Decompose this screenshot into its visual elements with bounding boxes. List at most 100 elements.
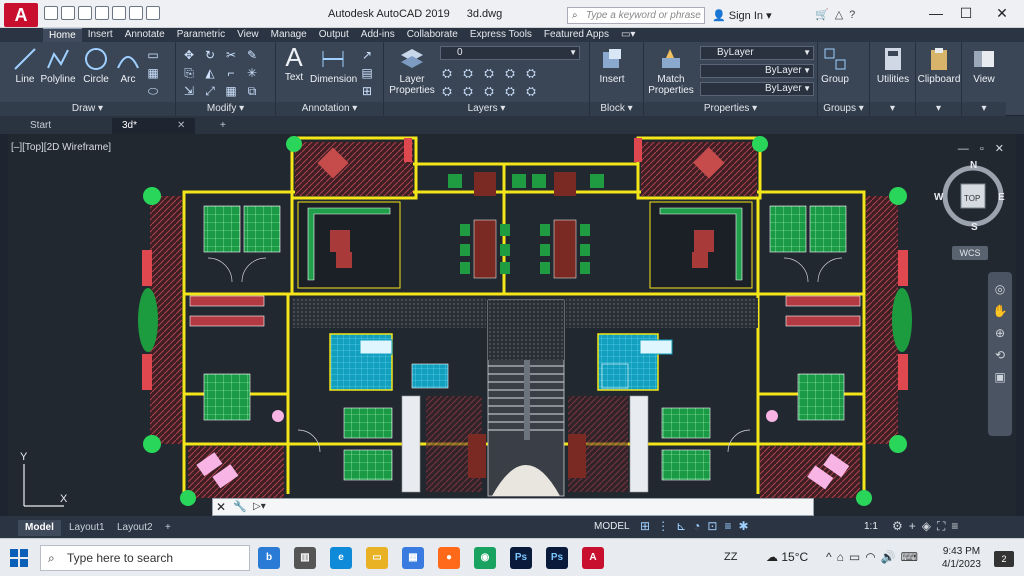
- tab-collaborate[interactable]: Collaborate: [401, 28, 464, 42]
- dimension-tool[interactable]: Dimension: [310, 46, 357, 85]
- erase-icon[interactable]: ✎: [245, 48, 259, 62]
- bing-icon[interactable]: b: [258, 547, 280, 569]
- help-icon[interactable]: ?: [849, 9, 861, 21]
- undo-icon[interactable]: [129, 6, 143, 20]
- viewport-controls-label[interactable]: [–][Top][2D Wireframe]: [11, 142, 111, 153]
- new-icon[interactable]: [44, 6, 58, 20]
- drawing-tab[interactable]: 3d* ✕: [112, 118, 196, 134]
- annotation-scale-icon[interactable]: ✱: [738, 519, 755, 533]
- layer-on-icon[interactable]: ⛭: [440, 66, 454, 80]
- utilities-button[interactable]: Utilities: [872, 46, 914, 85]
- lineweight-icon[interactable]: ≡: [724, 519, 738, 533]
- compass-south[interactable]: S: [971, 222, 978, 233]
- table-icon[interactable]: ▤: [360, 66, 374, 80]
- firefox-icon[interactable]: ●: [438, 547, 460, 569]
- start-tab[interactable]: Start: [20, 118, 61, 134]
- snap-icon[interactable]: ⋮: [657, 519, 676, 533]
- fillet-icon[interactable]: ⌐: [224, 66, 238, 80]
- volume-icon[interactable]: 🔊: [881, 550, 901, 564]
- chrome-icon[interactable]: ◉: [474, 547, 496, 569]
- layout1-tab[interactable]: Layout1: [62, 520, 112, 536]
- rotate-icon[interactable]: ↻: [203, 48, 217, 62]
- clipboard-button[interactable]: Clipboard: [916, 46, 962, 85]
- autocad-taskbar-icon[interactable]: A: [582, 547, 604, 569]
- utilities-panel-title[interactable]: ▾: [870, 102, 915, 116]
- file-explorer-icon[interactable]: ▭: [366, 547, 388, 569]
- line-tool[interactable]: Line: [10, 46, 40, 85]
- layer-copy-icon[interactable]: ⛭: [524, 84, 538, 98]
- layer-walk-icon[interactable]: ⛭: [461, 84, 475, 98]
- grid-icon[interactable]: ⊞: [360, 84, 374, 98]
- cart-icon[interactable]: 🛒: [815, 9, 835, 21]
- keyboard-icon[interactable]: ⌨: [901, 550, 923, 564]
- tab-add-ins[interactable]: Add-ins: [355, 28, 401, 42]
- close-button[interactable]: ✕: [992, 5, 1012, 22]
- new-tab-button[interactable]: +: [210, 118, 236, 134]
- array-icon[interactable]: ▦: [224, 84, 238, 98]
- chevron-up-icon[interactable]: ^: [826, 550, 837, 564]
- save-as-icon[interactable]: [95, 6, 109, 20]
- polar-icon[interactable]: ◔: [693, 519, 707, 533]
- block-panel-title[interactable]: Block ▾: [590, 102, 643, 116]
- leader-icon[interactable]: ↗: [360, 48, 374, 62]
- help-search-input[interactable]: ⌕ Type a keyword or phrase: [567, 7, 705, 24]
- layer-delete-icon[interactable]: ⛭: [503, 84, 517, 98]
- grid-icon[interactable]: ⊞: [640, 519, 657, 533]
- trim-icon[interactable]: ✂: [224, 48, 238, 62]
- taskbar-search-input[interactable]: ⌕ Type here to search: [40, 545, 250, 571]
- customize-command-icon[interactable]: 🔧: [233, 500, 247, 513]
- match-properties-button[interactable]: Match Properties: [646, 46, 696, 96]
- tab-output[interactable]: Output: [313, 28, 355, 42]
- hatch-icon[interactable]: ▦: [146, 66, 160, 80]
- layer-properties-button[interactable]: Layer Properties: [388, 46, 436, 96]
- layer-dropdown[interactable]: 0 ▼: [440, 46, 580, 60]
- annotation-scale[interactable]: 1:1: [864, 521, 878, 532]
- arc-tool[interactable]: Arc: [114, 46, 142, 85]
- properties-panel-title[interactable]: Properties ▾: [644, 102, 817, 116]
- model-tab[interactable]: Model: [18, 520, 61, 536]
- plus-icon[interactable]: +: [909, 519, 922, 533]
- maximize-button[interactable]: ☐: [956, 5, 976, 22]
- tab-parametric[interactable]: Parametric: [171, 28, 231, 42]
- zoom-icon[interactable]: ⊕: [988, 322, 1012, 344]
- ribbon-minimize-toggle[interactable]: ▭▾: [615, 28, 641, 42]
- lineweight-dropdown[interactable]: ByLayer ▼: [700, 82, 814, 96]
- draw-panel-title[interactable]: Draw ▾: [0, 102, 175, 116]
- layer-iso-icon[interactable]: ⛭: [503, 66, 517, 80]
- rectangle-icon[interactable]: ▭: [146, 48, 160, 62]
- group-button[interactable]: Group: [820, 46, 850, 85]
- notification-center-button[interactable]: 2: [994, 551, 1014, 567]
- circle-tool[interactable]: Circle: [80, 46, 112, 85]
- polyline-tool[interactable]: Polyline: [40, 46, 76, 85]
- steering-wheel-icon[interactable]: ◎: [988, 278, 1012, 300]
- mirror-icon[interactable]: ◭: [203, 66, 217, 80]
- insert-block-button[interactable]: Insert: [594, 46, 630, 85]
- store-icon[interactable]: ▦: [402, 547, 424, 569]
- tab-insert[interactable]: Insert: [82, 28, 119, 42]
- layout2-tab[interactable]: Layout2: [110, 520, 160, 536]
- compass-east[interactable]: E: [998, 192, 1005, 203]
- ortho-icon[interactable]: ⊾: [676, 519, 693, 533]
- tab-featured-apps[interactable]: Featured Apps: [538, 28, 615, 42]
- offset-icon[interactable]: ⧉: [245, 84, 259, 98]
- explode-icon[interactable]: ✳: [245, 66, 259, 80]
- compass-west[interactable]: W: [934, 192, 943, 203]
- viewcube-top-label[interactable]: TOP: [964, 194, 980, 203]
- tab-view[interactable]: View: [231, 28, 265, 42]
- close-tab-icon[interactable]: ✕: [177, 120, 185, 131]
- view-panel-title[interactable]: ▾: [962, 102, 1006, 116]
- layer-merge-icon[interactable]: ⛭: [482, 84, 496, 98]
- wcs-menu[interactable]: WCS: [952, 246, 988, 260]
- isolate-icon[interactable]: ◈: [922, 519, 937, 533]
- input-language[interactable]: ZZ: [724, 551, 737, 563]
- drawing-canvas[interactable]: Y X [–][Top][2D Wireframe] — ▫ ✕ TOP N S…: [8, 134, 1016, 516]
- windows-start-icon[interactable]: [10, 549, 28, 567]
- settings-icon[interactable]: ⚙: [892, 519, 909, 533]
- task-view-icon[interactable]: ▥: [294, 547, 316, 569]
- minimize-button[interactable]: —: [926, 5, 946, 21]
- scale-icon[interactable]: ⤢: [203, 84, 217, 98]
- osnap-icon[interactable]: ⊡: [707, 519, 724, 533]
- stretch-icon[interactable]: ⇲: [182, 84, 196, 98]
- tab-home[interactable]: Home: [43, 28, 82, 42]
- copy-icon[interactable]: ⎘: [182, 66, 196, 80]
